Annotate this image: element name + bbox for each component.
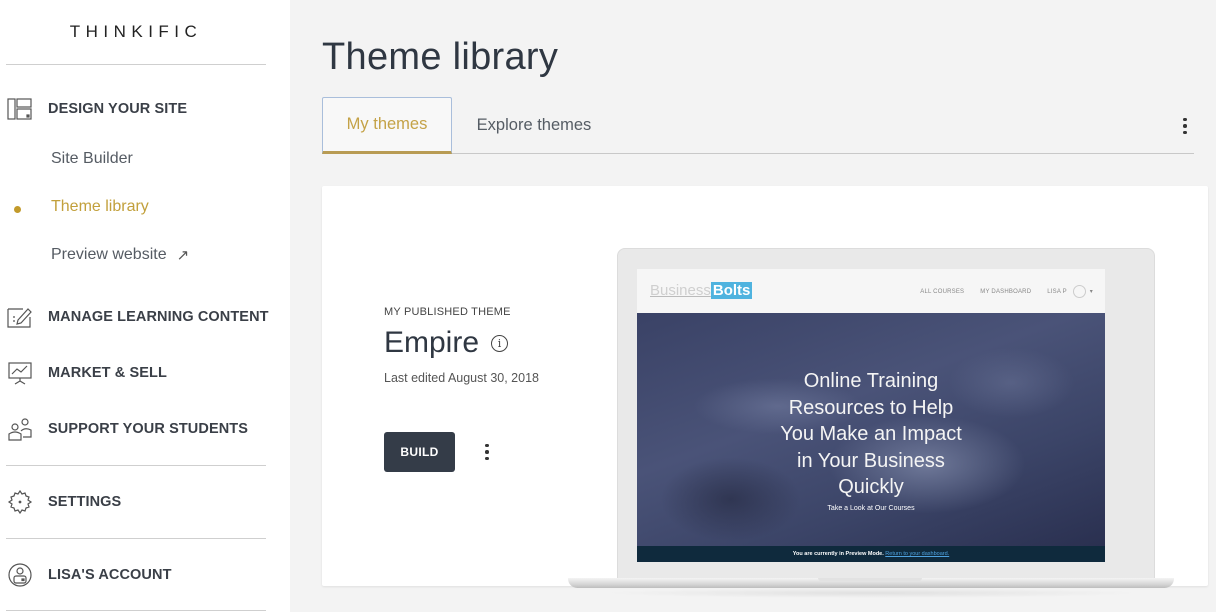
sidebar-item-preview-website[interactable]: Preview website ↗ — [51, 246, 189, 264]
gear-icon — [6, 489, 34, 515]
sidebar: THINKIFIC DESIGN YOUR SITE Site Builder … — [0, 0, 290, 612]
preview-site-nav: ALL COURSES MY DASHBOARD LISA P ▾ — [920, 285, 1093, 298]
presentation-chart-icon — [6, 360, 34, 386]
nav-design-your-site[interactable]: DESIGN YOUR SITE — [6, 95, 187, 123]
nav-section-label: SUPPORT YOUR STUDENTS — [48, 421, 249, 437]
thinkific-logo[interactable]: THINKIFIC — [0, 22, 272, 42]
nav-market-and-sell[interactable]: MARKET & SELL — [6, 359, 167, 387]
build-button[interactable]: BUILD — [384, 432, 455, 472]
preview-notice: You are currently in Preview Mode. — [792, 551, 884, 557]
external-link-icon: ↗ — [176, 247, 190, 264]
more-options-icon[interactable] — [1180, 115, 1190, 137]
laptop-base — [568, 578, 1174, 588]
preview-site-header: Business Bolts ALL COURSES MY DASHBOARD L… — [637, 269, 1105, 313]
preview-nav-item: MY DASHBOARD — [980, 288, 1032, 295]
theme-preview-screen[interactable]: Business Bolts ALL COURSES MY DASHBOARD L… — [637, 269, 1105, 562]
nav-section-label: LISA'S ACCOUNT — [48, 567, 172, 583]
sidebar-item-site-builder[interactable]: Site Builder — [51, 150, 133, 168]
theme-tabs: My themes Explore themes — [322, 97, 1194, 154]
preview-hero: Online Training Resources to Help You Ma… — [637, 313, 1105, 546]
divider — [6, 538, 266, 539]
divider — [6, 465, 266, 466]
tab-explore-themes[interactable]: Explore themes — [460, 97, 608, 154]
info-icon[interactable]: i — [491, 334, 509, 352]
active-indicator-dot — [14, 206, 21, 213]
hero-title-line: You Make an Impact — [780, 423, 962, 445]
nav-section-label: MANAGE LEARNING CONTENT — [48, 309, 269, 325]
nav-support-your-students[interactable]: SUPPORT YOUR STUDENTS — [6, 415, 248, 443]
preview-hero-subtitle: Take a Look at Our Courses — [827, 505, 915, 512]
laptop-shadow — [602, 588, 1142, 598]
account-icon — [6, 562, 34, 588]
theme-name-text: Empire — [384, 326, 480, 359]
nav-manage-learning-content[interactable]: MANAGE LEARNING CONTENT — [6, 303, 269, 331]
page-title: Theme library — [322, 36, 559, 78]
nav-section-label: MARKET & SELL — [48, 365, 167, 381]
preview-caret-icon: ▾ — [1089, 289, 1093, 295]
users-icon — [6, 416, 34, 442]
nav-section-label: DESIGN YOUR SITE — [48, 101, 188, 117]
edit-content-icon — [6, 304, 34, 330]
divider — [6, 64, 266, 65]
preview-logo-part2: Bolts — [710, 282, 753, 299]
hero-title-line: Quickly — [838, 476, 904, 498]
preview-hero-title: Online Training Resources to Help You Ma… — [637, 368, 1105, 501]
sidebar-item-label: Site Builder — [51, 150, 133, 167]
preview-nav-item: LISA P — [1047, 288, 1067, 295]
nav-lisas-account[interactable]: LISA'S ACCOUNT — [6, 561, 172, 589]
sidebar-item-theme-library[interactable]: Theme library — [51, 198, 149, 216]
theme-preview-laptop: Business Bolts ALL COURSES MY DASHBOARD L… — [617, 248, 1155, 582]
preview-logo-part1: Business — [650, 282, 711, 299]
layout-icon — [6, 96, 34, 122]
sidebar-item-label: Preview website — [51, 246, 167, 263]
nav-settings[interactable]: SETTINGS — [6, 488, 121, 516]
nav-section-label: SETTINGS — [48, 494, 122, 510]
tab-my-themes[interactable]: My themes — [322, 97, 452, 154]
sidebar-item-label: Theme library — [51, 198, 149, 215]
divider — [6, 610, 266, 611]
preview-nav-item: ALL COURSES — [920, 288, 965, 295]
theme-kicker: MY PUBLISHED THEME — [384, 306, 511, 318]
hero-title-line: in Your Business — [797, 449, 945, 472]
preview-return-link: Return to your dashboard. — [885, 551, 950, 557]
hero-title-line: Resources to Help — [788, 396, 954, 419]
published-theme-card: MY PUBLISHED THEME Empire i Last edited … — [322, 186, 1208, 598]
preview-site-logo: Business Bolts — [650, 282, 753, 299]
theme-more-options-icon[interactable] — [482, 442, 492, 462]
preview-mode-bar: You are currently in Preview Mode. Retur… — [637, 546, 1105, 562]
theme-name: Empire i — [384, 326, 509, 360]
last-edited-text: Last edited August 30, 2018 — [384, 371, 539, 385]
preview-avatar-icon — [1072, 285, 1086, 298]
hero-title-line: Online Training — [803, 370, 939, 392]
